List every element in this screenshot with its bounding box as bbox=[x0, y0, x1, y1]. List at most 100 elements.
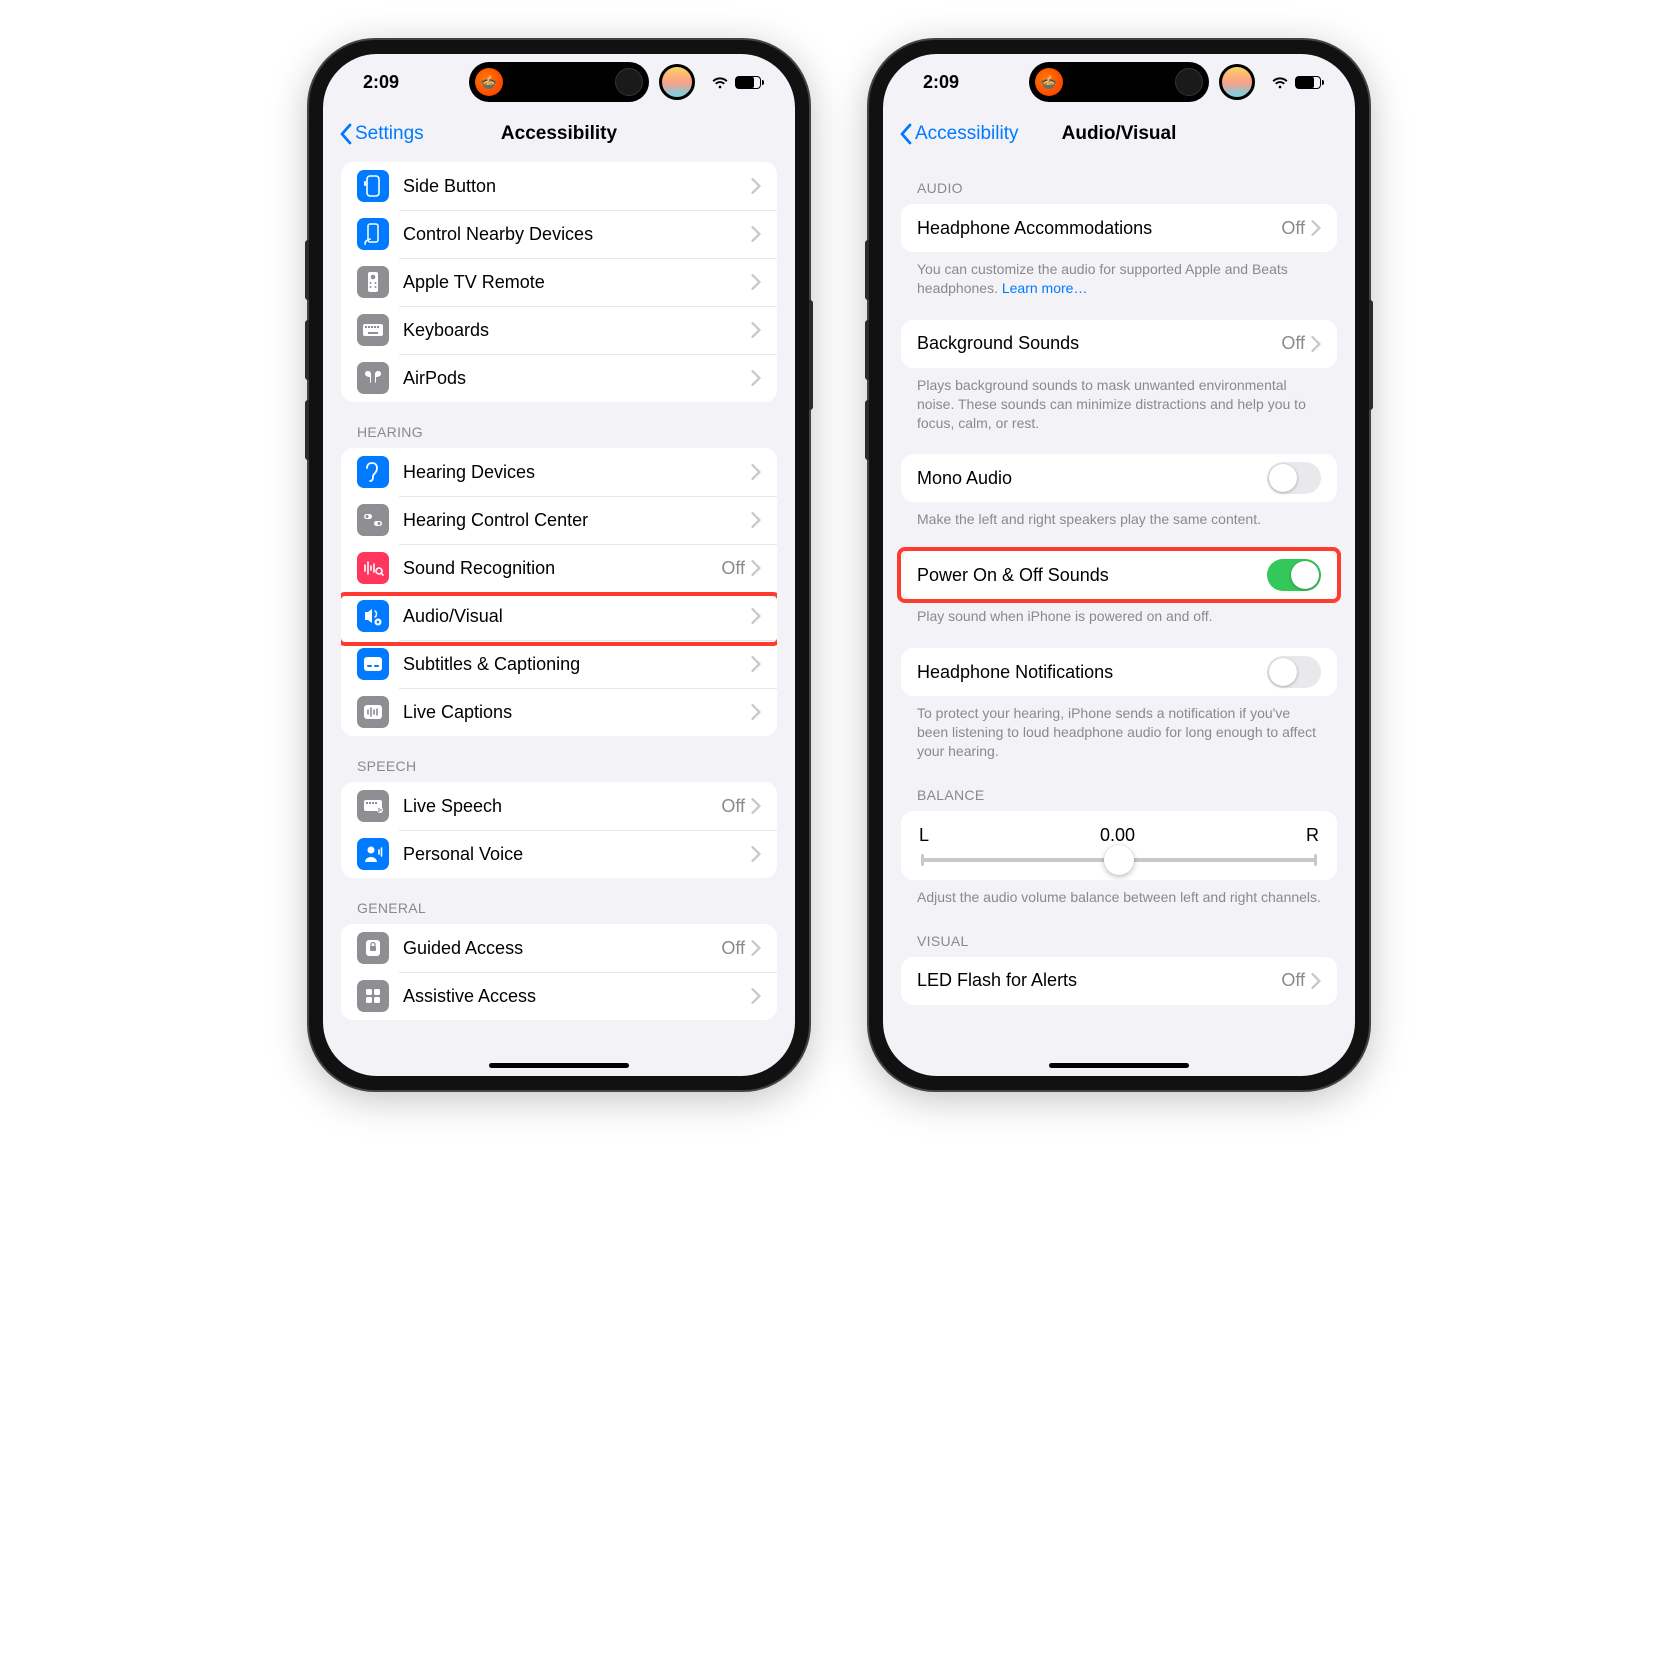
row-mono-audio: Mono Audio bbox=[901, 454, 1337, 502]
row-hearing-devices[interactable]: Hearing Devices bbox=[341, 448, 777, 496]
chevron-right-icon bbox=[1311, 220, 1321, 236]
row-label: Sound Recognition bbox=[403, 558, 721, 579]
phone-right: 2:09 🍲 Accessibility Audio/Visual AUDIO bbox=[869, 40, 1369, 1090]
balance-right-label: R bbox=[1306, 825, 1319, 846]
slider-thumb[interactable] bbox=[1104, 845, 1134, 875]
row-headphone-notif: Headphone Notifications bbox=[901, 648, 1337, 696]
group-0: Side Button Control Nearby Devices Apple… bbox=[341, 162, 777, 402]
row-side-button[interactable]: Side Button bbox=[341, 162, 777, 210]
chevron-right-icon bbox=[751, 608, 761, 624]
chevron-right-icon bbox=[1311, 973, 1321, 989]
screen-left: 2:09 🍲 Settings Accessibility bbox=[323, 54, 795, 1076]
row-sound-recognition[interactable]: Sound Recognition Off bbox=[341, 544, 777, 592]
page-title-left: Accessibility bbox=[501, 123, 617, 145]
row-hearing-control[interactable]: Hearing Control Center bbox=[341, 496, 777, 544]
row-value: Off bbox=[721, 938, 745, 959]
balance-slider[interactable] bbox=[921, 858, 1317, 862]
row-apple-tv-remote[interactable]: Apple TV Remote bbox=[341, 258, 777, 306]
navbar-left: Settings Accessibility bbox=[323, 110, 795, 158]
row-label: Background Sounds bbox=[917, 333, 1281, 354]
row-label: Subtitles & Captioning bbox=[403, 654, 751, 675]
group-headphone-notif: Headphone Notifications bbox=[901, 648, 1337, 696]
footer-mono-audio: Make the left and right speakers play th… bbox=[883, 502, 1355, 533]
row-label: Guided Access bbox=[403, 938, 721, 959]
footer-background-sounds: Plays background sounds to mask unwanted… bbox=[883, 368, 1355, 437]
status-icons bbox=[1271, 75, 1321, 89]
chevron-right-icon bbox=[751, 464, 761, 480]
row-label: Control Nearby Devices bbox=[403, 224, 751, 245]
island-camera bbox=[1175, 68, 1203, 96]
home-indicator[interactable] bbox=[1049, 1063, 1189, 1068]
row-label: Keyboards bbox=[403, 320, 751, 341]
chevron-right-icon bbox=[1311, 336, 1321, 352]
row-airpods[interactable]: AirPods bbox=[341, 354, 777, 402]
battery-icon bbox=[735, 76, 761, 89]
row-label: Power On & Off Sounds bbox=[917, 565, 1267, 586]
nearby-icon bbox=[357, 218, 389, 250]
row-live-speech[interactable]: Live Speech Off bbox=[341, 782, 777, 830]
row-value: Off bbox=[1281, 333, 1305, 354]
row-guided-access[interactable]: Guided Access Off bbox=[341, 924, 777, 972]
live-speech-icon bbox=[357, 790, 389, 822]
section-header-speech: SPEECH bbox=[323, 736, 795, 782]
chevron-right-icon bbox=[751, 988, 761, 1004]
scroll-right[interactable]: AUDIO Headphone Accommodations Off You c… bbox=[883, 158, 1355, 1076]
chevron-right-icon bbox=[751, 846, 761, 862]
row-label: LED Flash for Alerts bbox=[917, 970, 1281, 991]
row-headphone-accom[interactable]: Headphone Accommodations Off bbox=[901, 204, 1337, 252]
scroll-left[interactable]: Side Button Control Nearby Devices Apple… bbox=[323, 158, 795, 1076]
row-value: Off bbox=[1281, 970, 1305, 991]
island-app-icon: 🍲 bbox=[475, 68, 503, 96]
learn-more-link[interactable]: Learn more… bbox=[1002, 280, 1088, 296]
back-button[interactable]: Accessibility bbox=[899, 110, 1018, 157]
guided-access-icon bbox=[357, 932, 389, 964]
balance-value: 0.00 bbox=[1100, 825, 1135, 846]
chevron-right-icon bbox=[751, 656, 761, 672]
row-label: AirPods bbox=[403, 368, 751, 389]
row-control-nearby[interactable]: Control Nearby Devices bbox=[341, 210, 777, 258]
section-header-general: GENERAL bbox=[323, 878, 795, 924]
group-headphone-accom: Headphone Accommodations Off bbox=[901, 204, 1337, 252]
row-label: Live Speech bbox=[403, 796, 721, 817]
row-label: Headphone Accommodations bbox=[917, 218, 1281, 239]
row-background-sounds[interactable]: Background Sounds Off bbox=[901, 320, 1337, 368]
footer-headphone-notif: To protect your hearing, iPhone sends a … bbox=[883, 696, 1355, 765]
live-activity-icon bbox=[659, 64, 695, 100]
keyboard-icon bbox=[357, 314, 389, 346]
chevron-right-icon bbox=[751, 560, 761, 576]
group-mono-audio: Mono Audio bbox=[901, 454, 1337, 502]
row-led-flash[interactable]: LED Flash for Alerts Off bbox=[901, 957, 1337, 1005]
wifi-icon bbox=[711, 75, 729, 89]
back-button[interactable]: Settings bbox=[339, 110, 424, 157]
home-indicator[interactable] bbox=[489, 1063, 629, 1068]
section-header-hearing: HEARING bbox=[323, 402, 795, 448]
chevron-right-icon bbox=[751, 940, 761, 956]
row-label: Hearing Control Center bbox=[403, 510, 751, 531]
row-audio-visual[interactable]: Audio/Visual bbox=[341, 592, 777, 640]
chevron-right-icon bbox=[751, 704, 761, 720]
row-label: Side Button bbox=[403, 176, 751, 197]
island-camera bbox=[615, 68, 643, 96]
toggle-mono-audio[interactable] bbox=[1267, 462, 1321, 494]
wifi-icon bbox=[1271, 75, 1289, 89]
row-value: Off bbox=[1281, 218, 1305, 239]
row-label: Apple TV Remote bbox=[403, 272, 751, 293]
side-button-icon bbox=[357, 170, 389, 202]
toggle-headphone-notif[interactable] bbox=[1267, 656, 1321, 688]
row-live-captions[interactable]: Live Captions bbox=[341, 688, 777, 736]
row-keyboards[interactable]: Keyboards bbox=[341, 306, 777, 354]
status-time: 2:09 bbox=[923, 72, 959, 93]
group-hearing: Hearing Devices Hearing Control Center S… bbox=[341, 448, 777, 736]
row-subtitles[interactable]: Subtitles & Captioning bbox=[341, 640, 777, 688]
row-personal-voice[interactable]: Personal Voice bbox=[341, 830, 777, 878]
balance-left-label: L bbox=[919, 825, 929, 846]
row-power-sounds: Power On & Off Sounds bbox=[901, 551, 1337, 599]
status-icons bbox=[711, 75, 761, 89]
personal-voice-icon bbox=[357, 838, 389, 870]
row-assistive-access[interactable]: Assistive Access bbox=[341, 972, 777, 1020]
group-general: Guided Access Off Assistive Access bbox=[341, 924, 777, 1020]
sound-recog-icon bbox=[357, 552, 389, 584]
dynamic-island: 🍲 bbox=[1029, 62, 1209, 102]
chevron-right-icon bbox=[751, 274, 761, 290]
toggle-power-sounds[interactable] bbox=[1267, 559, 1321, 591]
